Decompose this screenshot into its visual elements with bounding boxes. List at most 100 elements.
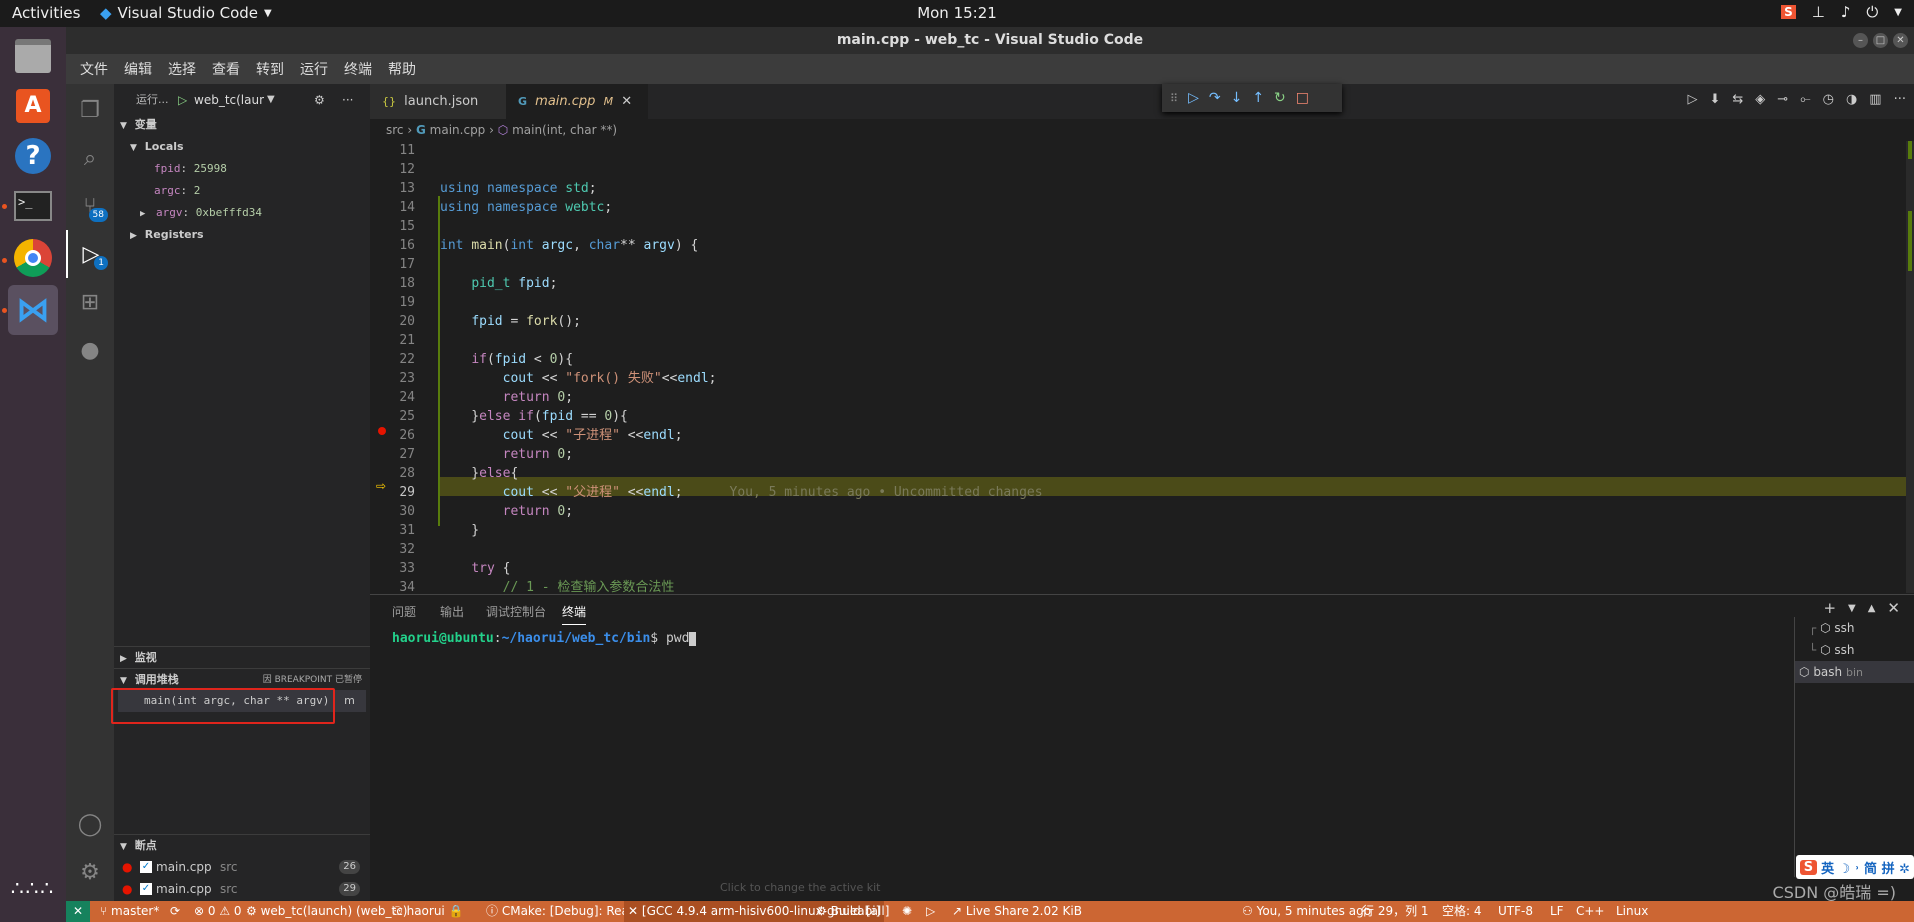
dock-app-grid[interactable]: ∴∴∴ bbox=[8, 863, 58, 913]
breakpoint-row[interactable]: ● ✓ main.cpp src 29 bbox=[114, 878, 370, 900]
breadcrumb-file[interactable]: main.cpp bbox=[430, 123, 486, 137]
volume-icon[interactable]: ♪ bbox=[1841, 3, 1851, 21]
menu-file[interactable]: 文件 bbox=[72, 59, 116, 79]
github-icon[interactable]: ● bbox=[66, 326, 114, 374]
run-file-icon[interactable]: ▷ bbox=[1687, 92, 1697, 107]
chevron-down-icon[interactable]: ▼ bbox=[1894, 7, 1902, 18]
menu-edit[interactable]: 编辑 bbox=[116, 59, 160, 79]
terminal-item[interactable]: └ ⬡ ssh bbox=[1795, 639, 1914, 661]
extensions-icon[interactable]: ⊞ bbox=[66, 278, 114, 326]
platform[interactable]: Linux bbox=[1616, 901, 1648, 922]
continue-button[interactable]: ▷ bbox=[1188, 90, 1199, 106]
split-editor-icon[interactable]: ▥ bbox=[1869, 92, 1881, 107]
breakpoint-icon[interactable] bbox=[378, 427, 386, 435]
history-icon[interactable]: ◷ bbox=[1823, 92, 1834, 107]
dock-help[interactable]: ? bbox=[8, 131, 58, 181]
start-debug-button[interactable]: ▷ bbox=[178, 86, 187, 114]
dock-software[interactable]: A bbox=[8, 81, 58, 131]
search-icon[interactable]: ⌕ bbox=[66, 134, 114, 182]
code-editor[interactable]: 11 12 13 14 15 16 17 18 19 20 21 22 23 24 25 26 27 28 29 30… bbox=[370, 141, 1914, 593]
account-icon[interactable]: ◯ bbox=[66, 800, 114, 848]
end-of-line[interactable]: LF bbox=[1550, 901, 1564, 922]
sync-icon[interactable]: ⟳ bbox=[170, 901, 180, 922]
callstack-header[interactable]: ▼ 调用堆栈 因 BREAKPOINT 已暂停 bbox=[114, 668, 370, 690]
watch-header[interactable]: ▶ 监视 bbox=[114, 646, 370, 668]
breakpoint-checkbox[interactable]: ✓ bbox=[140, 861, 152, 873]
git-compare-icon[interactable]: ⇆ bbox=[1732, 92, 1743, 107]
chevron-down-icon[interactable]: ▼ bbox=[267, 86, 275, 114]
breakpoint-row[interactable]: ● ✓ main.cpp src 26 bbox=[114, 856, 370, 878]
locals-scope[interactable]: ▼ Locals bbox=[114, 136, 370, 158]
problems-indicator[interactable]: ⊗ 0 ⚠ 0 bbox=[194, 901, 242, 922]
terminal-item[interactable]: ⬡ bash bin bbox=[1795, 661, 1914, 683]
drag-handle-icon[interactable]: ⠿ bbox=[1170, 92, 1178, 105]
registers-scope[interactable]: ▶ Registers bbox=[114, 224, 370, 246]
encoding[interactable]: UTF-8 bbox=[1498, 901, 1533, 922]
tab-launch-json[interactable]: {} launch.json M bbox=[370, 84, 506, 143]
terminal-item[interactable]: ┌ ⬡ ssh bbox=[1795, 617, 1914, 639]
gear-icon[interactable]: ⚙ bbox=[314, 86, 325, 114]
variable-row[interactable]: fpid: 25998 bbox=[114, 158, 370, 180]
build-target[interactable]: [all] bbox=[866, 901, 889, 922]
app-menu[interactable]: ◆ Visual Studio Code ▼ bbox=[100, 4, 272, 22]
new-terminal-icon[interactable]: + bbox=[1823, 599, 1836, 619]
minimize-button[interactable]: – bbox=[1853, 33, 1868, 48]
source-control-icon[interactable]: ⑂ 58 bbox=[66, 182, 114, 230]
menu-selection[interactable]: 选择 bbox=[160, 59, 204, 79]
user-indicator[interactable]: ⚇ haorui 🔒 bbox=[392, 901, 464, 922]
tab-terminal[interactable]: 终端 bbox=[562, 603, 587, 625]
dock-files[interactable] bbox=[8, 31, 58, 81]
clock[interactable]: Mon 15:21 bbox=[0, 4, 1914, 22]
cmake-status[interactable]: ⓘ CMake: [Debug]: Ready bbox=[486, 901, 644, 922]
step-out-button[interactable]: ↑ bbox=[1252, 90, 1264, 106]
debug-launch-indicator[interactable]: ⚙ web_tc(launch) (web_tc) bbox=[246, 901, 407, 922]
variable-row[interactable]: ▶ argv: 0xbefffd34 bbox=[114, 202, 370, 224]
menu-run[interactable]: 运行 bbox=[292, 59, 336, 79]
menu-help[interactable]: 帮助 bbox=[380, 59, 424, 79]
tab-output[interactable]: 输出 bbox=[440, 603, 464, 620]
more-icon[interactable]: ··· bbox=[342, 86, 353, 114]
timeline-icon[interactable]: ◑ bbox=[1846, 92, 1857, 107]
menu-terminal[interactable]: 终端 bbox=[336, 59, 380, 79]
dock-vscode[interactable]: ⋈ bbox=[8, 285, 58, 335]
minimap-scrollbar[interactable] bbox=[1906, 141, 1914, 593]
remote-indicator[interactable]: ✕ bbox=[66, 901, 90, 922]
git-blame-status[interactable]: ⚇ You, 5 minutes ago bbox=[1242, 901, 1371, 922]
step-over-button[interactable]: ↷ bbox=[1209, 90, 1221, 106]
more-icon[interactable]: ··· bbox=[1894, 92, 1906, 107]
breakpoints-header[interactable]: ▼ 断点 bbox=[114, 834, 370, 856]
gear-icon[interactable]: ⚙ bbox=[66, 848, 114, 896]
stop-button[interactable]: □ bbox=[1296, 90, 1309, 106]
menu-view[interactable]: 查看 bbox=[204, 59, 248, 79]
variables-header[interactable]: ▼ 变量 bbox=[114, 114, 370, 136]
close-icon[interactable]: ✕ bbox=[1887, 599, 1900, 619]
dock-terminal[interactable]: >_ bbox=[8, 181, 58, 231]
network-icon[interactable]: ⊥ bbox=[1812, 3, 1825, 21]
indentation[interactable]: 空格: 4 bbox=[1442, 901, 1482, 922]
restart-button[interactable]: ↻ bbox=[1274, 90, 1286, 106]
live-share[interactable]: ↗ Live Share bbox=[952, 901, 1029, 922]
ime-toolbar[interactable]: S 英 ☽ ˒ 简 拼 ✲ bbox=[1795, 855, 1914, 879]
explorer-icon[interactable]: ❐ bbox=[66, 86, 114, 134]
breadcrumb-symbol[interactable]: main(int, char **) bbox=[512, 123, 617, 137]
breadcrumb-folder[interactable]: src bbox=[386, 123, 404, 137]
tab-debug-console[interactable]: 调试控制台 bbox=[486, 603, 546, 620]
close-icon[interactable]: ✕ bbox=[621, 94, 632, 109]
git-branch[interactable]: ⑂ master* bbox=[100, 901, 159, 922]
go-back-icon[interactable]: ⊸ bbox=[1777, 92, 1788, 107]
language-mode[interactable]: C++ bbox=[1576, 901, 1605, 922]
activities-button[interactable]: Activities bbox=[12, 4, 80, 22]
run-debug-icon[interactable]: ▷ 1 bbox=[66, 230, 114, 278]
go-forward-icon[interactable]: ⟜ bbox=[1800, 92, 1810, 107]
terminal-output[interactable]: haorui@ubuntu:~/haorui/web_tc/bin$ pwd bbox=[392, 631, 697, 646]
chevron-down-icon[interactable]: ▼ bbox=[1848, 599, 1856, 619]
step-into-button[interactable]: ↓ bbox=[1231, 90, 1243, 106]
launch-config-select[interactable]: web_tc(launcl bbox=[194, 86, 264, 114]
system-tray[interactable]: S ⊥ ♪ ⏻ ▼ bbox=[1781, 3, 1902, 21]
power-icon[interactable]: ⏻ bbox=[1866, 3, 1878, 21]
dock-chrome[interactable] bbox=[8, 233, 58, 283]
git-commit-icon[interactable]: ◈ bbox=[1755, 92, 1765, 107]
variable-row[interactable]: argc: 2 bbox=[114, 180, 370, 202]
tab-main-cpp[interactable]: G main.cpp M ✕ bbox=[506, 84, 648, 119]
breakpoint-checkbox[interactable]: ✓ bbox=[140, 883, 152, 895]
